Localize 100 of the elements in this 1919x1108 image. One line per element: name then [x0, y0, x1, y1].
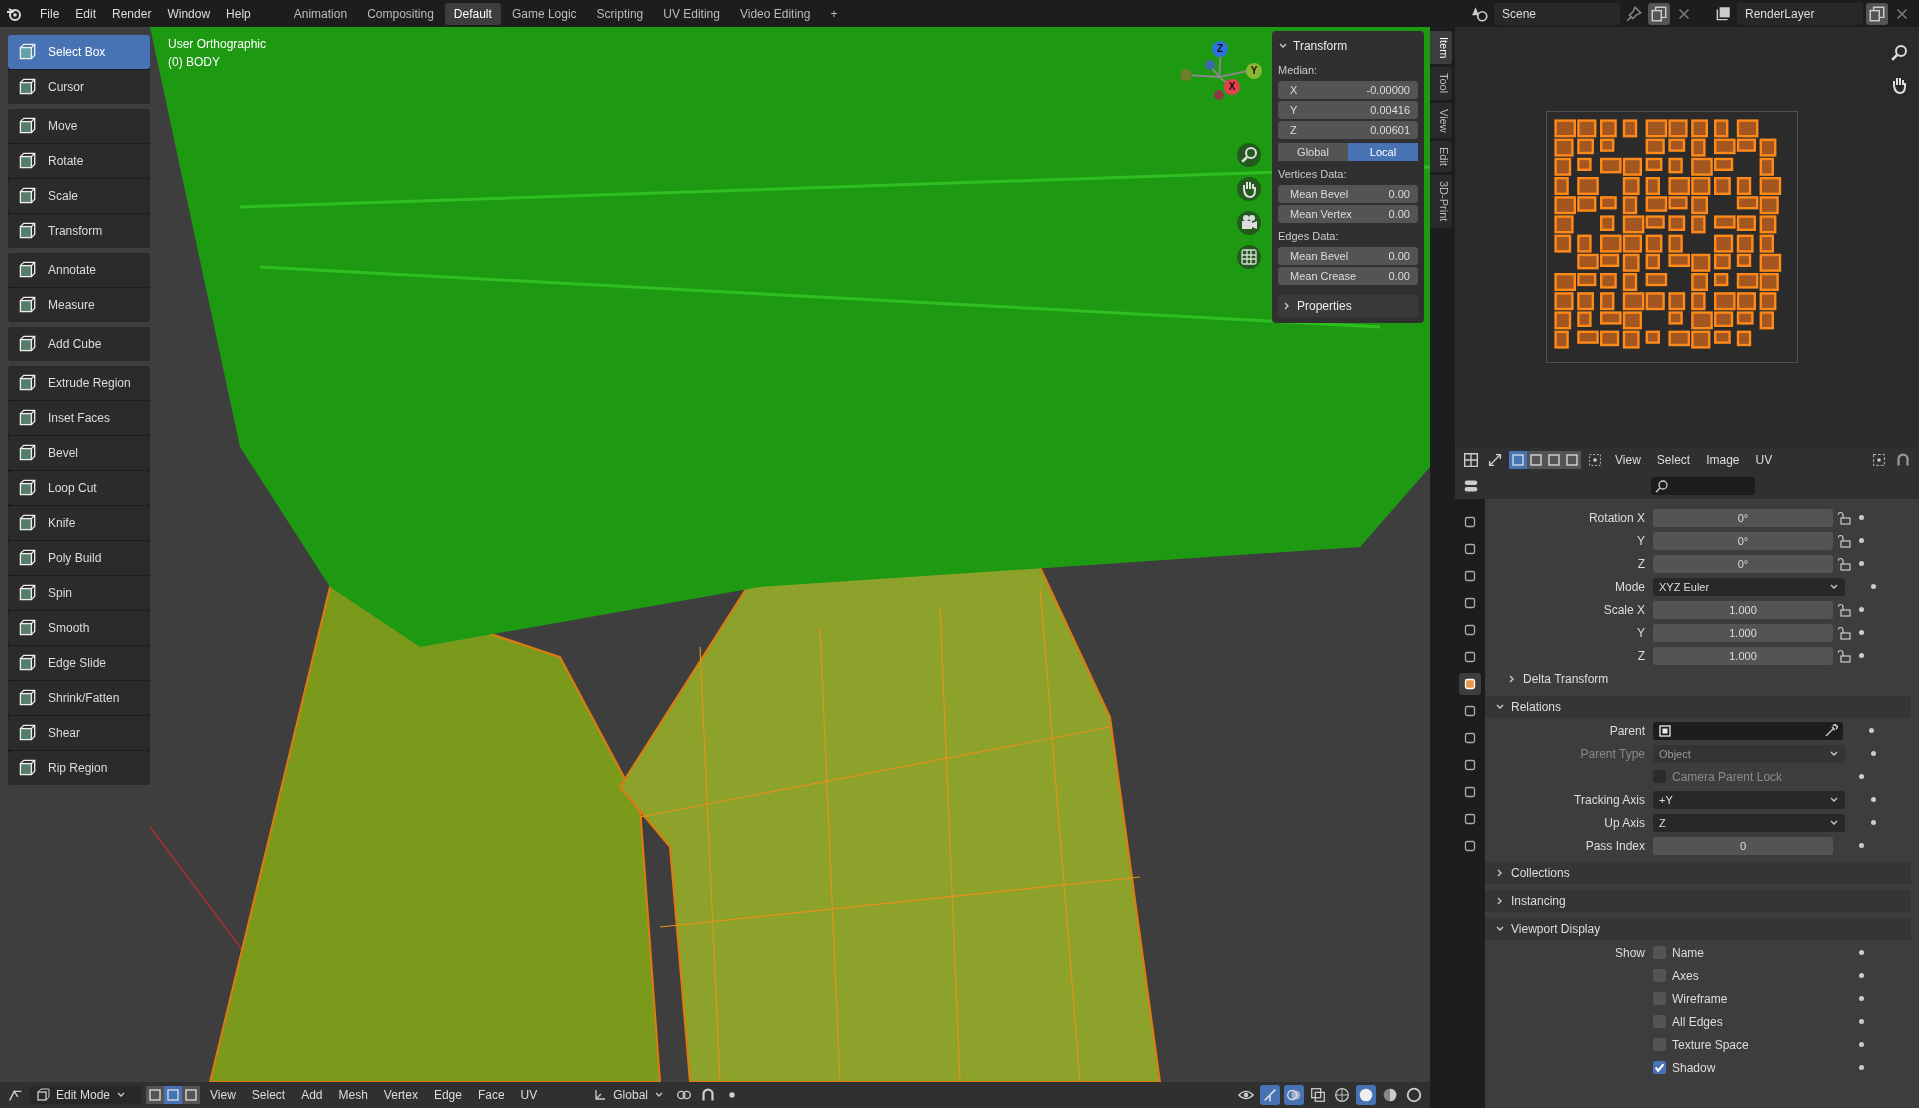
- tool-button[interactable]: Measure: [8, 288, 150, 322]
- tool-button[interactable]: Add Cube: [8, 327, 150, 361]
- keyframe-dot-icon[interactable]: [1859, 950, 1864, 955]
- keyframe-dot-icon[interactable]: [1871, 584, 1876, 589]
- menu-item[interactable]: Image: [1700, 451, 1746, 469]
- orientation-dropdown[interactable]: Global: [587, 1086, 670, 1104]
- keyframe-dot-icon[interactable]: [1859, 561, 1864, 566]
- tool-button[interactable]: Annotate: [8, 253, 150, 287]
- number-field[interactable]: Y 0.00416: [1278, 101, 1418, 119]
- sidebar-tab[interactable]: Edit: [1430, 141, 1452, 173]
- tool-button[interactable]: Select Box: [8, 35, 150, 69]
- lock-icon[interactable]: [1838, 602, 1852, 617]
- view-layer-field[interactable]: RenderLayer: [1737, 2, 1863, 25]
- keyframe-dot-icon[interactable]: [1859, 973, 1864, 978]
- menu-item[interactable]: Render: [106, 3, 158, 24]
- keyframe-dot-icon[interactable]: [1859, 607, 1864, 612]
- keyframe-dot-icon[interactable]: [1859, 843, 1864, 848]
- number-field[interactable]: Mean Crease 0.00: [1278, 267, 1418, 285]
- tool-button[interactable]: Rotate: [8, 144, 150, 178]
- lock-icon[interactable]: [1838, 556, 1852, 571]
- menu-item[interactable]: Mesh: [332, 1086, 374, 1104]
- lock-icon[interactable]: [1838, 625, 1852, 640]
- panel-header[interactable]: Properties: [1278, 295, 1418, 317]
- number-field[interactable]: Mean Vertex 0.00: [1278, 205, 1418, 223]
- number-field[interactable]: Z 0.00601: [1278, 121, 1418, 139]
- keyframe-dot-icon[interactable]: [1859, 538, 1864, 543]
- tool-button[interactable]: Spin: [8, 576, 150, 610]
- tool-button[interactable]: Edge Slide: [8, 646, 150, 680]
- menu-item[interactable]: Window: [161, 3, 217, 24]
- tool-button[interactable]: Shear: [8, 716, 150, 750]
- number-field[interactable]: 0: [1653, 836, 1833, 855]
- rendered-shading-icon[interactable]: [1404, 1085, 1424, 1105]
- eyedropper-icon[interactable]: [1824, 723, 1838, 738]
- panel-header[interactable]: Viewport Display: [1485, 918, 1911, 940]
- tool-button[interactable]: Knife: [8, 506, 150, 540]
- dropdown[interactable]: XYZ Euler: [1653, 577, 1845, 596]
- copy-icon[interactable]: [1866, 2, 1888, 25]
- sidebar-tab[interactable]: Item: [1430, 31, 1452, 65]
- select-mode-icon[interactable]: [146, 1086, 164, 1104]
- checkbox[interactable]: [1653, 1061, 1666, 1074]
- scene-field[interactable]: Scene: [1494, 2, 1620, 25]
- workspace-tab[interactable]: Scripting: [587, 2, 653, 25]
- menu-item[interactable]: Help: [220, 3, 257, 24]
- wireframe-shading-icon[interactable]: [1332, 1085, 1352, 1105]
- solid-shading-icon[interactable]: [1356, 1085, 1376, 1105]
- workspace-tab[interactable]: Game Logic: [502, 2, 586, 25]
- keyframe-dot-icon[interactable]: [1871, 797, 1876, 802]
- lock-icon[interactable]: [1838, 533, 1852, 548]
- menu-item[interactable]: File: [34, 3, 66, 24]
- keyframe-dot-icon[interactable]: [1859, 996, 1864, 1001]
- toggle-button[interactable]: Local: [1348, 143, 1418, 161]
- workspace-tab[interactable]: Default: [444, 2, 501, 25]
- menu-item[interactable]: Face: [471, 1086, 511, 1104]
- select-mode-icon[interactable]: [1545, 451, 1563, 469]
- select-mode-icon[interactable]: [1527, 451, 1545, 469]
- keyframe-dot-icon[interactable]: [1859, 653, 1864, 658]
- panel-header[interactable]: Transform: [1278, 35, 1418, 57]
- xray-icon[interactable]: [1308, 1085, 1328, 1105]
- lock-icon[interactable]: [1838, 648, 1852, 663]
- tool-button[interactable]: Smooth: [8, 611, 150, 645]
- tool-button[interactable]: Shrink/Fatten: [8, 681, 150, 715]
- select-mode-icon[interactable]: [1563, 451, 1581, 469]
- keyframe-dot-icon[interactable]: [1859, 630, 1864, 635]
- keyframe-dot-icon[interactable]: [1859, 515, 1864, 520]
- workspace-tab[interactable]: Compositing: [358, 2, 443, 25]
- number-field[interactable]: 1.000: [1653, 646, 1833, 665]
- tool-button[interactable]: Loop Cut: [8, 471, 150, 505]
- menu-item[interactable]: Select: [245, 1086, 292, 1104]
- object-field[interactable]: [1653, 721, 1843, 740]
- keyframe-dot-icon[interactable]: [1859, 1019, 1864, 1024]
- select-mode-icon[interactable]: [182, 1086, 200, 1104]
- workspace-tab[interactable]: UV Editing: [654, 2, 729, 25]
- keyframe-dot-icon[interactable]: [1859, 774, 1864, 779]
- keyframe-dot-icon[interactable]: [1871, 751, 1876, 756]
- tool-button[interactable]: Transform: [8, 214, 150, 248]
- menu-item[interactable]: Edge: [427, 1086, 468, 1104]
- number-field[interactable]: Mean Bevel 0.00: [1278, 185, 1418, 203]
- tool-button[interactable]: Rip Region: [8, 751, 150, 785]
- panel-header[interactable]: Relations: [1485, 696, 1911, 718]
- menu-item[interactable]: UV: [1749, 451, 1779, 469]
- property-tab-icon[interactable]: [1459, 673, 1481, 695]
- number-field[interactable]: X -0.00000: [1278, 81, 1418, 99]
- tool-button[interactable]: Poly Build: [8, 541, 150, 575]
- gizmo-icon[interactable]: [1260, 1085, 1280, 1105]
- menu-item[interactable]: UV: [514, 1086, 544, 1104]
- blender-logo-icon[interactable]: [6, 5, 22, 22]
- menu-item[interactable]: Edit: [69, 3, 103, 24]
- tool-button[interactable]: Move: [8, 109, 150, 143]
- keyframe-dot-icon[interactable]: [1859, 1042, 1864, 1047]
- toggle-button[interactable]: Global: [1278, 143, 1348, 161]
- tool-button[interactable]: Scale: [8, 179, 150, 213]
- sidebar-tab[interactable]: 3D-Print: [1430, 175, 1452, 228]
- number-field[interactable]: 1.000: [1653, 600, 1833, 619]
- tool-button[interactable]: Cursor: [8, 70, 150, 104]
- sidebar-tab[interactable]: View: [1430, 102, 1452, 139]
- add-workspace-button[interactable]: +: [821, 2, 847, 25]
- dropdown[interactable]: +Y: [1653, 790, 1845, 809]
- panel-header[interactable]: Collections: [1485, 862, 1911, 884]
- tool-button[interactable]: Inset Faces: [8, 401, 150, 435]
- panel-header[interactable]: Delta Transform: [1485, 668, 1911, 690]
